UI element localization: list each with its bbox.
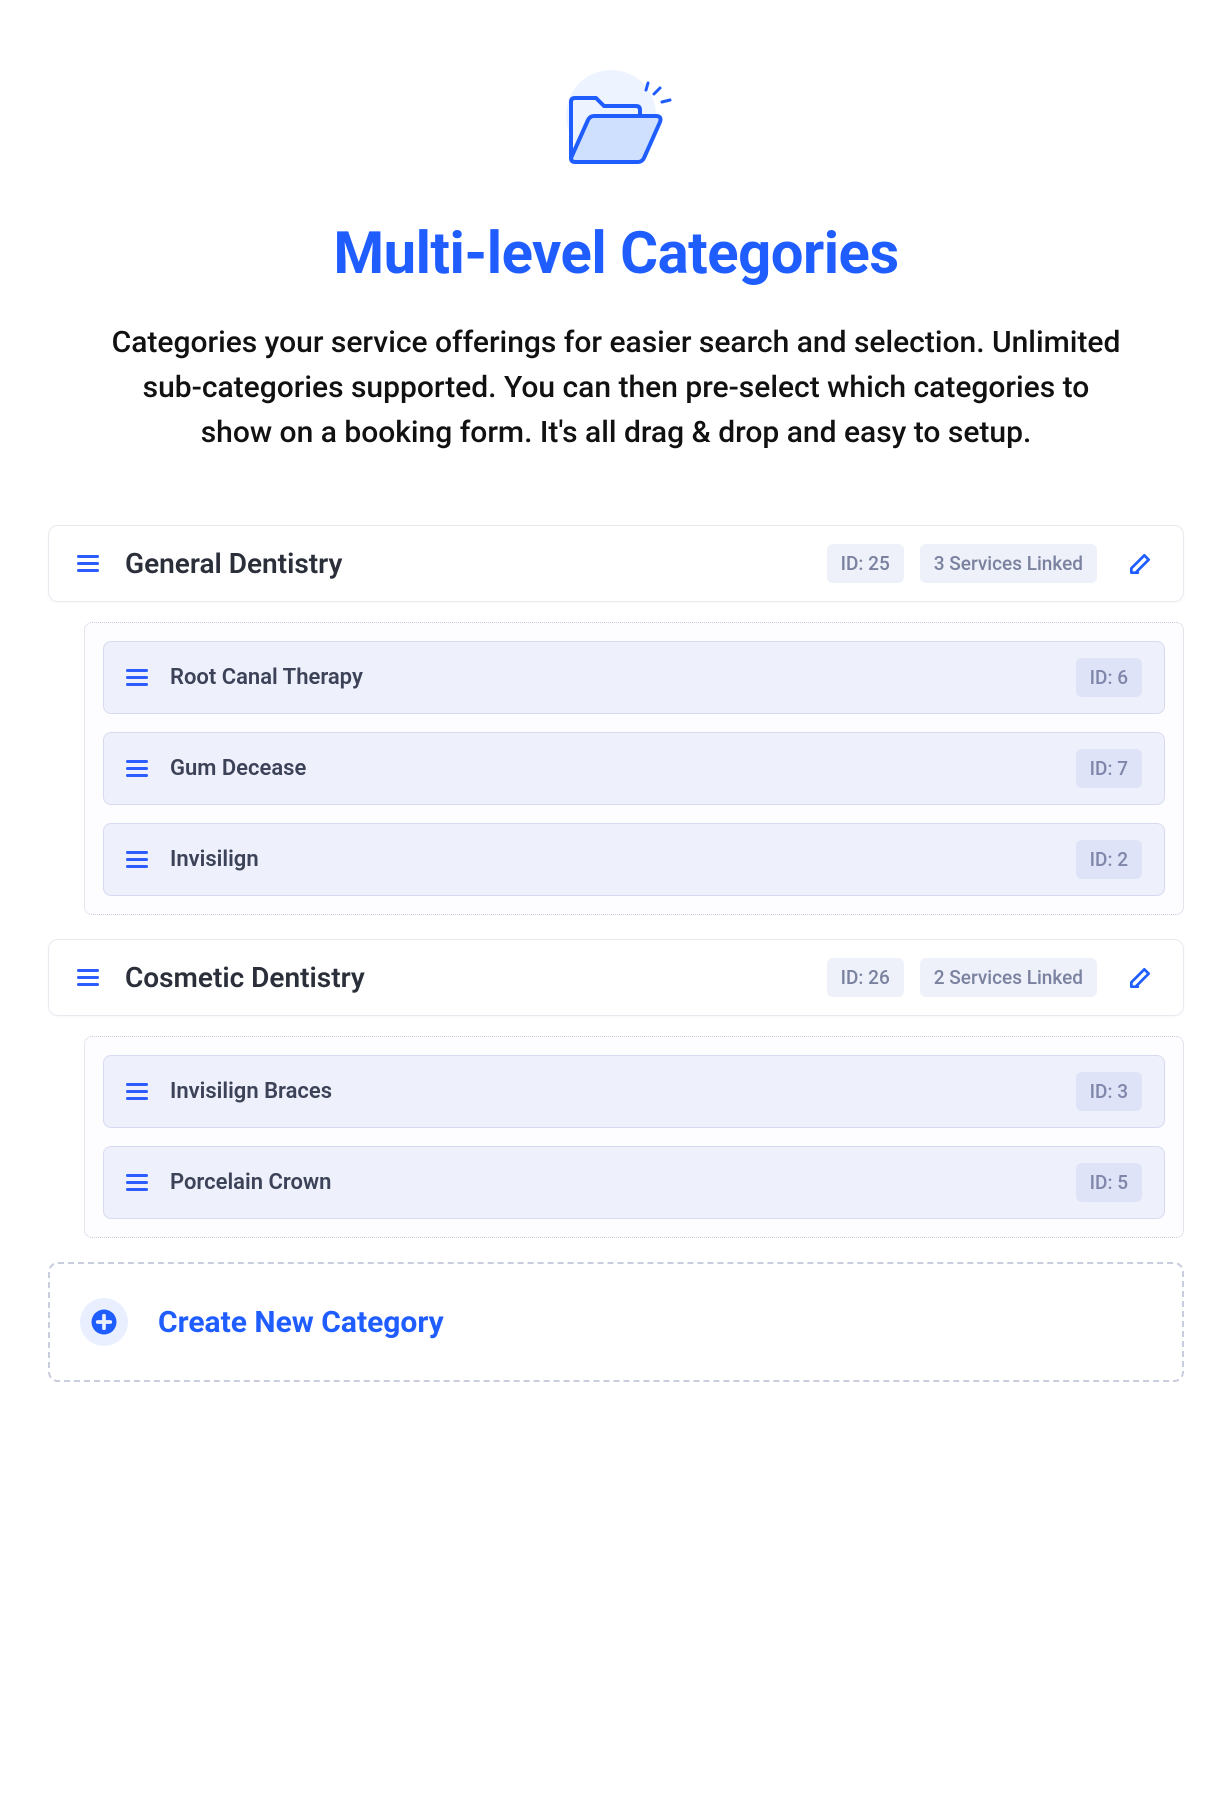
drag-handle-icon[interactable] bbox=[126, 669, 150, 686]
subcategory-row[interactable]: Porcelain Crown ID: 5 bbox=[103, 1146, 1165, 1219]
plus-circle-icon bbox=[80, 1298, 128, 1346]
category-title: Cosmetic Dentistry bbox=[125, 961, 365, 994]
subcategory-title: Invisilign bbox=[170, 847, 259, 872]
category-row[interactable]: General Dentistry ID: 25 3 Services Link… bbox=[48, 525, 1184, 602]
subcategory-row[interactable]: Invisilign Braces ID: 3 bbox=[103, 1055, 1165, 1128]
drag-handle-icon[interactable] bbox=[126, 851, 150, 868]
drag-handle-icon[interactable] bbox=[77, 555, 101, 572]
edit-icon[interactable] bbox=[1125, 549, 1155, 579]
folder-open-icon bbox=[556, 80, 676, 180]
subcategory-title: Porcelain Crown bbox=[170, 1170, 331, 1195]
subcategory-row[interactable]: Invisilign ID: 2 bbox=[103, 823, 1165, 896]
services-linked-badge: 3 Services Linked bbox=[920, 544, 1097, 583]
category-id-badge: ID: 26 bbox=[827, 958, 904, 997]
page-title: Multi-level Categories bbox=[48, 220, 1184, 288]
drag-handle-icon[interactable] bbox=[126, 760, 150, 777]
subcategory-container: Root Canal Therapy ID: 6 Gum Decease ID:… bbox=[84, 622, 1184, 915]
subcategory-id-badge: ID: 6 bbox=[1076, 658, 1142, 697]
drag-handle-icon[interactable] bbox=[126, 1174, 150, 1191]
subcategory-container: Invisilign Braces ID: 3 Porcelain Crown … bbox=[84, 1036, 1184, 1238]
services-linked-badge: 2 Services Linked bbox=[920, 958, 1097, 997]
subcategory-title: Root Canal Therapy bbox=[170, 665, 363, 690]
subcategory-id-badge: ID: 3 bbox=[1076, 1072, 1142, 1111]
subcategory-id-badge: ID: 2 bbox=[1076, 840, 1142, 879]
hero-icon-container bbox=[48, 80, 1184, 180]
create-category-label: Create New Category bbox=[158, 1305, 444, 1340]
subcategory-row[interactable]: Root Canal Therapy ID: 6 bbox=[103, 641, 1165, 714]
category-row[interactable]: Cosmetic Dentistry ID: 26 2 Services Lin… bbox=[48, 939, 1184, 1016]
category-title: General Dentistry bbox=[125, 547, 342, 580]
subcategory-id-badge: ID: 7 bbox=[1076, 749, 1142, 788]
subcategory-id-badge: ID: 5 bbox=[1076, 1163, 1142, 1202]
page-description: Categories your service offerings for ea… bbox=[106, 320, 1126, 455]
category-id-badge: ID: 25 bbox=[827, 544, 904, 583]
subcategory-row[interactable]: Gum Decease ID: 7 bbox=[103, 732, 1165, 805]
subcategory-title: Invisilign Braces bbox=[170, 1079, 332, 1104]
drag-handle-icon[interactable] bbox=[77, 969, 101, 986]
create-category-button[interactable]: Create New Category bbox=[48, 1262, 1184, 1382]
edit-icon[interactable] bbox=[1125, 963, 1155, 993]
drag-handle-icon[interactable] bbox=[126, 1083, 150, 1100]
subcategory-title: Gum Decease bbox=[170, 756, 306, 781]
